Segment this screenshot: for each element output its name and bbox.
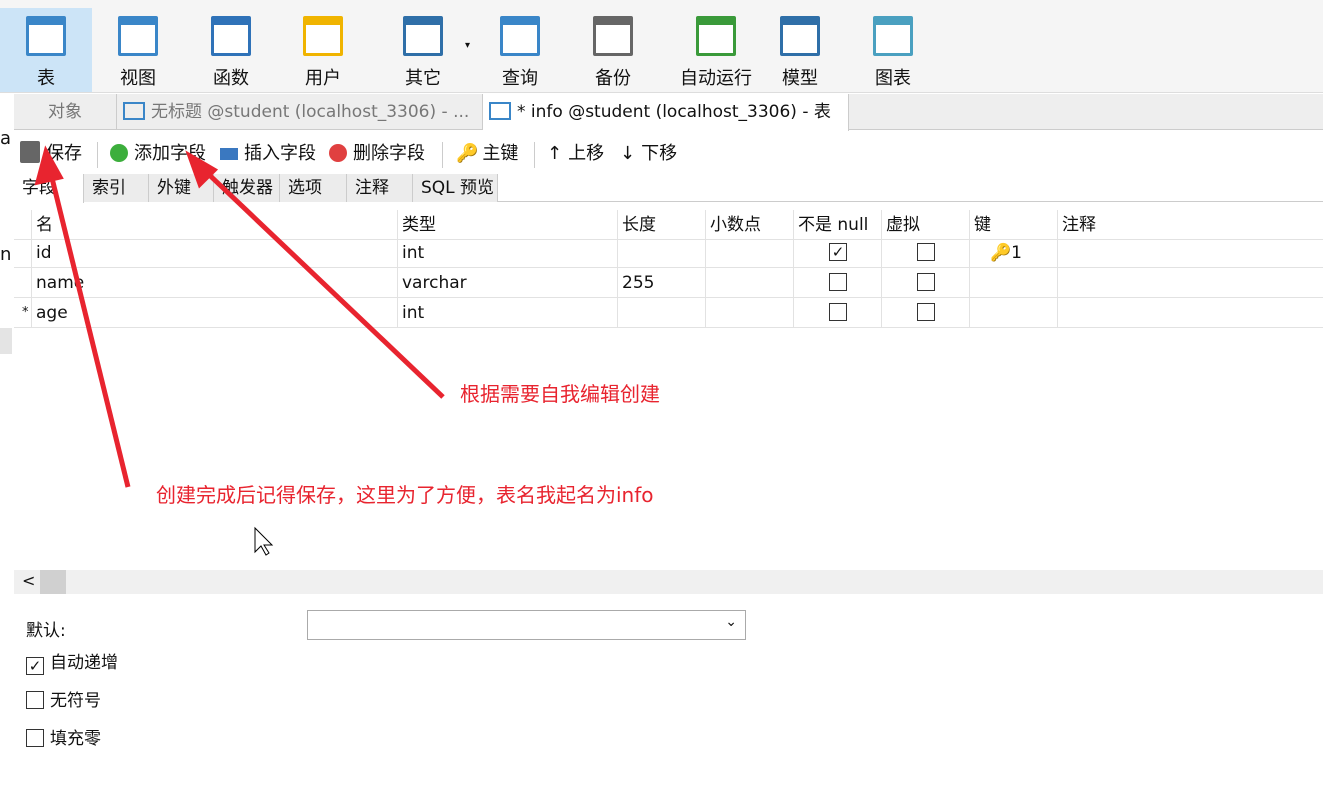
annotation-edit-note: 根据需要自我编辑创建 xyxy=(460,382,660,406)
arrow-to-save xyxy=(47,169,131,488)
arrowhead xyxy=(185,150,219,189)
annotation-arrows xyxy=(34,145,445,556)
arrowhead xyxy=(34,145,64,186)
annotation-save-note: 创建完成后记得保存，这里为了方便，表名我起名为info xyxy=(156,483,654,507)
mouse-cursor-icon xyxy=(254,526,274,556)
arrow-to-add-field xyxy=(200,166,445,399)
